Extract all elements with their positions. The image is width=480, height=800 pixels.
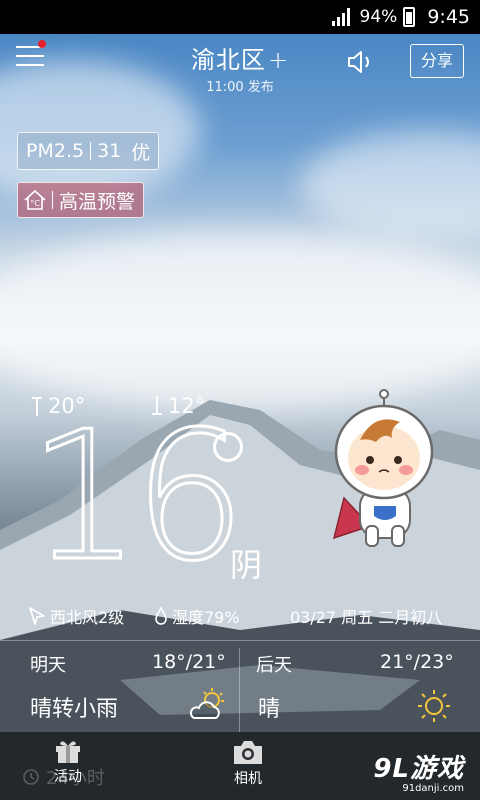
aqi-level: 优 bbox=[131, 141, 151, 164]
camera-icon bbox=[234, 741, 262, 764]
forecast-column-divider bbox=[239, 648, 240, 732]
watermark-brand: 9L游戏 bbox=[373, 754, 464, 784]
signal-icon bbox=[331, 8, 350, 26]
forecast-temp-range: 21°/23° bbox=[380, 651, 454, 673]
battery-percent: 94% bbox=[359, 7, 398, 27]
battery-icon bbox=[403, 7, 416, 27]
tab-label: 相机 bbox=[234, 771, 262, 787]
city-selector[interactable]: 渝北区+ bbox=[0, 40, 480, 75]
tab-camera[interactable]: 相机 bbox=[208, 738, 288, 788]
aqi-badge[interactable]: PM2.5 31 优 bbox=[17, 132, 160, 170]
forecast-day-label: 明天 bbox=[30, 655, 66, 676]
forecast-condition: 晴 bbox=[258, 697, 281, 722]
aqi-label: PM2.5 bbox=[26, 140, 85, 162]
wind-info: 西北风2级 bbox=[28, 604, 124, 628]
gift-icon bbox=[56, 741, 80, 763]
forecast-day-label: 后天 bbox=[256, 655, 292, 676]
current-condition: 阴 bbox=[230, 546, 263, 584]
sun-icon bbox=[418, 690, 450, 722]
mascot-astronaut-icon[interactable] bbox=[330, 388, 448, 550]
publish-time: 11:00 发布 bbox=[206, 80, 274, 95]
weather-alert-badge[interactable]: °C 高温预警 bbox=[17, 182, 145, 218]
hourly-label: 24小时 bbox=[46, 768, 105, 789]
wind-text: 西北风2级 bbox=[50, 608, 125, 627]
status-bar: 94% 9:45 bbox=[0, 0, 480, 34]
water-drop-icon bbox=[155, 606, 167, 625]
share-button[interactable]: 分享 bbox=[410, 44, 464, 78]
speaker-icon[interactable] bbox=[346, 50, 376, 74]
forecast-temp-range: 18°/21° bbox=[152, 651, 226, 673]
date-info: 03/27 周五 二月初八 bbox=[290, 604, 442, 628]
forecast-condition: 晴转小雨 bbox=[30, 697, 119, 722]
add-city-icon[interactable]: + bbox=[268, 46, 289, 74]
alert-label: 高温预警 bbox=[59, 190, 136, 213]
clock: 9:45 bbox=[427, 6, 470, 28]
header: 渝北区+ 11:00 发布 分享 bbox=[0, 34, 480, 98]
current-details: 西北风2级 湿度79% 03/27 周五 二月初八 bbox=[0, 604, 480, 632]
svg-text:°C: °C bbox=[30, 199, 40, 208]
current-temperature: 16 bbox=[27, 393, 248, 600]
date-text: 03/27 周五 二月初八 bbox=[290, 608, 443, 627]
clock-icon bbox=[23, 769, 39, 785]
humidity-info: 湿度79% bbox=[154, 604, 240, 628]
city-name: 渝北区 bbox=[190, 46, 266, 74]
watermark: 9L游戏 91danji.com bbox=[373, 748, 464, 794]
forecast-divider bbox=[0, 640, 480, 641]
alert-house-icon: °C bbox=[24, 189, 46, 210]
degree-symbol bbox=[213, 432, 243, 462]
wind-direction-icon bbox=[29, 607, 45, 625]
hourly-forecast-toggle[interactable]: 24小时 bbox=[22, 764, 105, 790]
humidity-text: 湿度79% bbox=[172, 608, 240, 627]
cloud-sun-icon bbox=[189, 688, 224, 719]
aqi-value: 31 bbox=[97, 140, 122, 162]
